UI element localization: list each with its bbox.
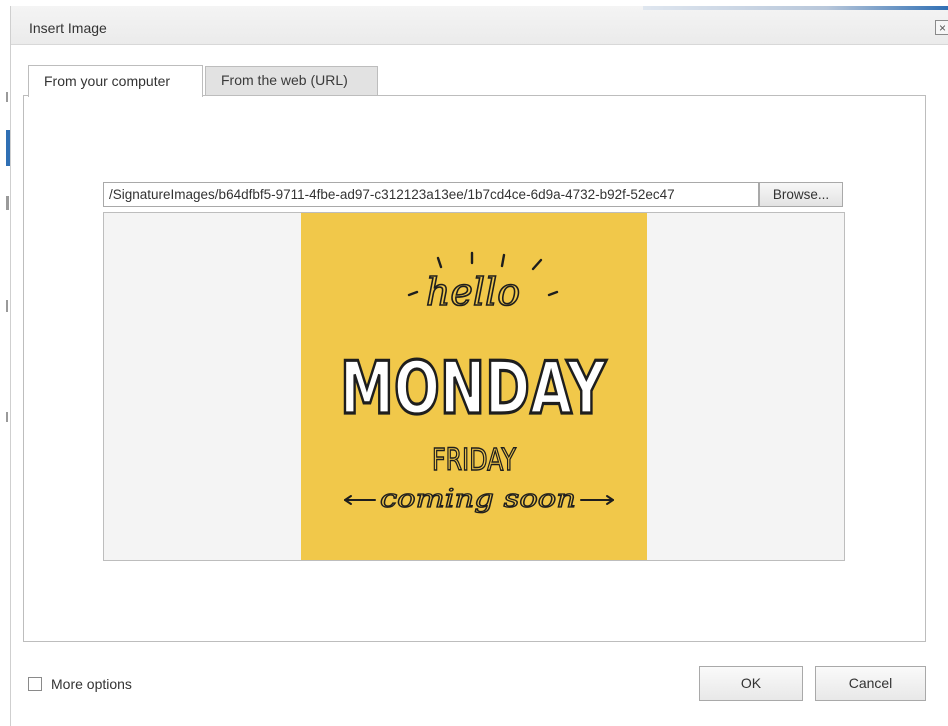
close-button[interactable]: × xyxy=(935,20,948,35)
file-path-input[interactable]: /SignatureImages/b64dfbf5-9711-4fbe-ad97… xyxy=(103,182,759,207)
monday-text: MONDAY xyxy=(340,346,607,430)
close-icon: × xyxy=(938,21,946,35)
background-window-accent xyxy=(643,6,948,10)
cancel-button[interactable]: Cancel xyxy=(815,666,926,701)
background-glyph xyxy=(6,196,9,210)
more-options-toggle[interactable]: More options xyxy=(28,676,132,692)
tab-from-your-computer[interactable]: From your computer xyxy=(28,65,203,97)
coming-soon-text: coming soon xyxy=(380,484,576,513)
dialog-titlebar[interactable]: Insert Image × xyxy=(11,6,948,45)
hello-text: hello xyxy=(426,270,520,314)
image-preview: hello MONDAY FRIDAY coming soon xyxy=(103,212,845,561)
page: Insert Image × From your computer From t… xyxy=(0,0,948,726)
ok-button[interactable]: OK xyxy=(699,666,803,701)
browse-button[interactable]: Browse... xyxy=(759,182,843,207)
more-options-checkbox[interactable] xyxy=(28,677,42,691)
preview-image: hello MONDAY FRIDAY coming soon xyxy=(301,213,647,560)
friday-text: FRIDAY xyxy=(432,443,517,478)
tab-from-the-web[interactable]: From the web (URL) xyxy=(205,66,378,95)
dialog-title: Insert Image xyxy=(29,20,107,36)
background-glyph xyxy=(6,412,8,422)
more-options-label: More options xyxy=(51,676,132,692)
background-glyph xyxy=(6,300,8,312)
hello-monday-illustration: hello MONDAY FRIDAY coming soon xyxy=(338,251,614,514)
background-glyph xyxy=(6,92,8,102)
